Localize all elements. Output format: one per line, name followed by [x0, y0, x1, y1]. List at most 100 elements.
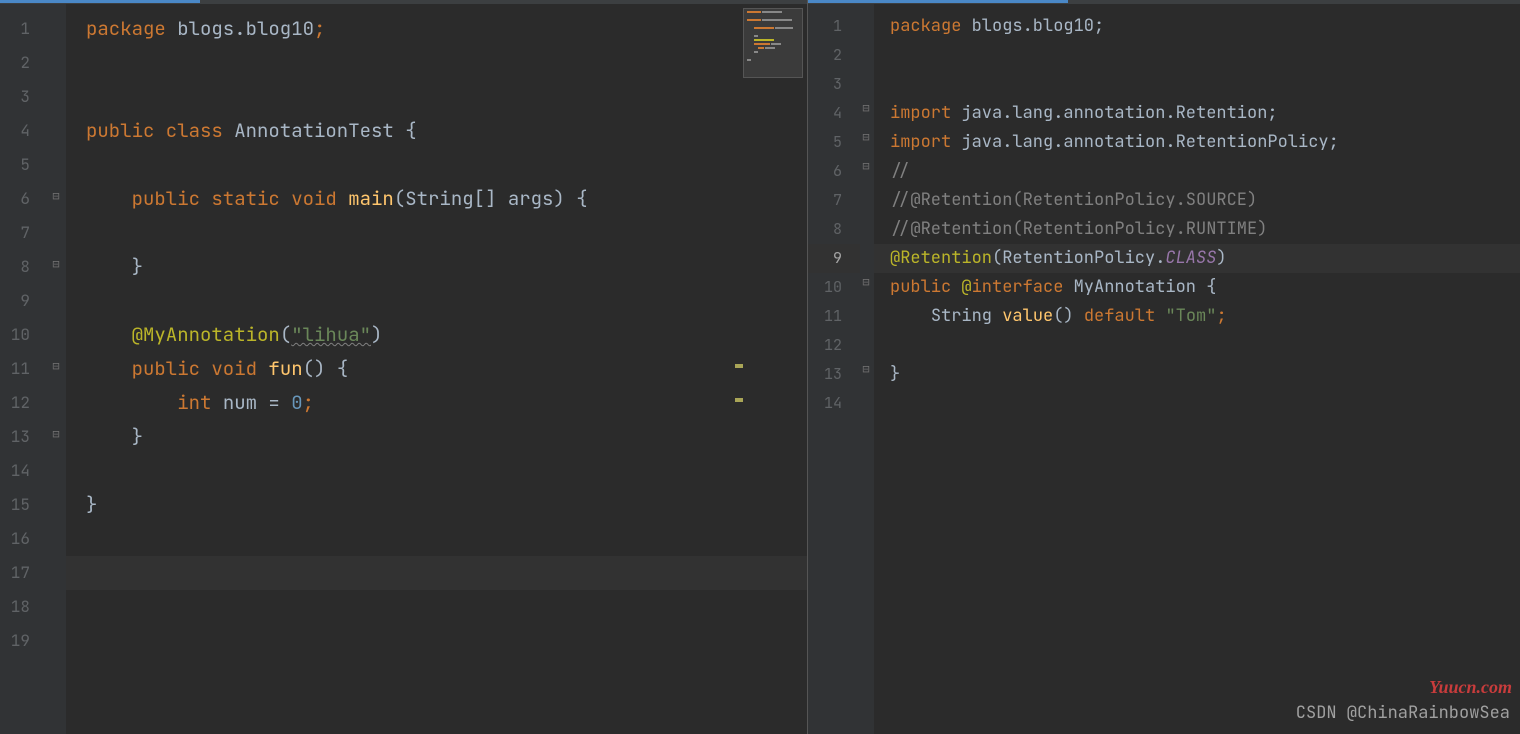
keyword: import: [890, 131, 961, 153]
code-line[interactable]: [86, 148, 807, 182]
code-line[interactable]: public class AnnotationTest {: [86, 114, 807, 148]
line-number[interactable]: 2: [808, 41, 860, 70]
code-line[interactable]: //@Retention(RetentionPolicy.RUNTIME): [890, 215, 1520, 244]
line-number[interactable]: 3: [0, 80, 48, 114]
code-line[interactable]: [890, 70, 1520, 99]
line-number[interactable]: 13: [0, 420, 48, 454]
line-number[interactable]: 7: [0, 216, 48, 250]
annotation: @MyAnnotation: [132, 322, 280, 347]
line-number[interactable]: 18: [0, 590, 48, 624]
code-line[interactable]: [890, 331, 1520, 360]
code-line[interactable]: [86, 590, 807, 624]
code-text: () {: [303, 356, 349, 381]
line-number[interactable]: 6: [808, 157, 860, 186]
gutter-left[interactable]: 1 2 3 4 5 6 7 8 9 10 11 12 13 14 15 16 1…: [0, 4, 48, 734]
line-number[interactable]: 4: [0, 114, 48, 148]
split-view: 1 2 3 4 5 6 7 8 9 10 11 12 13 14 15 16 1…: [0, 0, 1520, 734]
line-number[interactable]: 14: [808, 389, 860, 418]
fold-icon[interactable]: ⊟: [50, 190, 62, 202]
line-number[interactable]: 6: [0, 182, 48, 216]
line-number[interactable]: 8: [808, 215, 860, 244]
code-line[interactable]: @Retention(RetentionPolicy.CLASS): [890, 244, 1520, 273]
line-number[interactable]: 1: [0, 12, 48, 46]
line-number[interactable]: 17: [0, 556, 48, 590]
editor-body-right[interactable]: 1 2 3 4 5 6 7 8 9 10 11 12 13 14 ⊟ ⊟ ⊟ ⊟…: [808, 4, 1520, 734]
left-editor-pane: 1 2 3 4 5 6 7 8 9 10 11 12 13 14 15 16 1…: [0, 0, 808, 734]
code-line[interactable]: [86, 522, 807, 556]
editor-body-left[interactable]: 1 2 3 4 5 6 7 8 9 10 11 12 13 14 15 16 1…: [0, 4, 807, 734]
line-number[interactable]: 19: [0, 624, 48, 658]
keyword: public void: [132, 356, 269, 381]
line-number[interactable]: 5: [808, 128, 860, 157]
line-number[interactable]: 15: [0, 488, 48, 522]
method-name: value: [1002, 305, 1053, 327]
brace: }: [132, 254, 143, 279]
line-number[interactable]: 12: [808, 331, 860, 360]
variable: num =: [223, 390, 291, 415]
code-line[interactable]: [86, 454, 807, 488]
type: String: [931, 305, 1002, 327]
fold-icon[interactable]: ⊟: [50, 360, 62, 372]
line-number[interactable]: 4: [808, 99, 860, 128]
gutter-right[interactable]: 1 2 3 4 5 6 7 8 9 10 11 12 13 14: [808, 4, 860, 734]
code-line[interactable]: package blogs.blog10;: [890, 12, 1520, 41]
code-line[interactable]: public void fun() {: [86, 352, 807, 386]
keyword: default: [1084, 305, 1166, 327]
fold-icon[interactable]: ⊟: [50, 258, 62, 270]
code-area-left[interactable]: package blogs.blog10; public class Annot…: [66, 4, 807, 734]
code-line[interactable]: [86, 80, 807, 114]
line-number[interactable]: 9: [0, 284, 48, 318]
line-number[interactable]: 8: [0, 250, 48, 284]
line-number[interactable]: 14: [0, 454, 48, 488]
code-line[interactable]: [890, 41, 1520, 70]
fold-column-left[interactable]: ⊟ ⊟ ⊟ ⊟: [48, 4, 66, 734]
line-number[interactable]: 3: [808, 70, 860, 99]
code-line[interactable]: [86, 556, 807, 590]
fold-column-right[interactable]: ⊟ ⊟ ⊟ ⊟ ⊟: [860, 4, 874, 734]
code-line[interactable]: public static void main(String[] args) {: [86, 182, 807, 216]
line-number[interactable]: 10: [808, 273, 860, 302]
code-line[interactable]: }: [86, 420, 807, 454]
code-line[interactable]: @MyAnnotation("lihua"): [86, 318, 807, 352]
paren: (: [280, 322, 291, 347]
line-number[interactable]: 11: [0, 352, 48, 386]
code-line[interactable]: [86, 216, 807, 250]
code-line[interactable]: [86, 624, 807, 658]
line-number[interactable]: 16: [0, 522, 48, 556]
line-number[interactable]: 1: [808, 12, 860, 41]
keyword: public static void: [132, 186, 349, 211]
fold-icon[interactable]: ⊟: [860, 102, 872, 114]
fold-icon[interactable]: ⊟: [860, 131, 872, 143]
line-number[interactable]: 12: [0, 386, 48, 420]
code-line[interactable]: }: [86, 250, 807, 284]
brace: }: [86, 492, 97, 517]
import-path: java.lang.annotation.Retention;: [961, 102, 1277, 124]
code-line[interactable]: String value() default "Tom";: [890, 302, 1520, 331]
code-line[interactable]: [86, 284, 807, 318]
code-area-right[interactable]: package blogs.blog10; import java.lang.a…: [874, 4, 1520, 734]
code-line[interactable]: [86, 46, 807, 80]
code-line[interactable]: import java.lang.annotation.RetentionPol…: [890, 128, 1520, 157]
fold-icon[interactable]: ⊟: [50, 428, 62, 440]
line-number[interactable]: 10: [0, 318, 48, 352]
package-name: blogs.blog10: [177, 16, 314, 41]
fold-icon[interactable]: ⊟: [860, 276, 872, 288]
code-line[interactable]: [890, 389, 1520, 418]
fold-icon[interactable]: ⊟: [860, 160, 872, 172]
code-line[interactable]: }: [890, 360, 1520, 389]
code-line[interactable]: }: [86, 488, 807, 522]
line-number[interactable]: 2: [0, 46, 48, 80]
line-number[interactable]: 7: [808, 186, 860, 215]
code-line[interactable]: import java.lang.annotation.Retention;: [890, 99, 1520, 128]
line-number[interactable]: 9: [808, 244, 860, 273]
watermark-author: CSDN @ChinaRainbowSea: [1296, 702, 1510, 724]
code-line[interactable]: package blogs.blog10;: [86, 12, 807, 46]
line-number[interactable]: 13: [808, 360, 860, 389]
line-number[interactable]: 5: [0, 148, 48, 182]
fold-icon[interactable]: ⊟: [860, 363, 872, 375]
code-line[interactable]: int num = 0;: [86, 386, 807, 420]
code-line[interactable]: //@Retention(RetentionPolicy.SOURCE): [890, 186, 1520, 215]
code-line[interactable]: //: [890, 157, 1520, 186]
code-line[interactable]: public @interface MyAnnotation {: [890, 273, 1520, 302]
line-number[interactable]: 11: [808, 302, 860, 331]
